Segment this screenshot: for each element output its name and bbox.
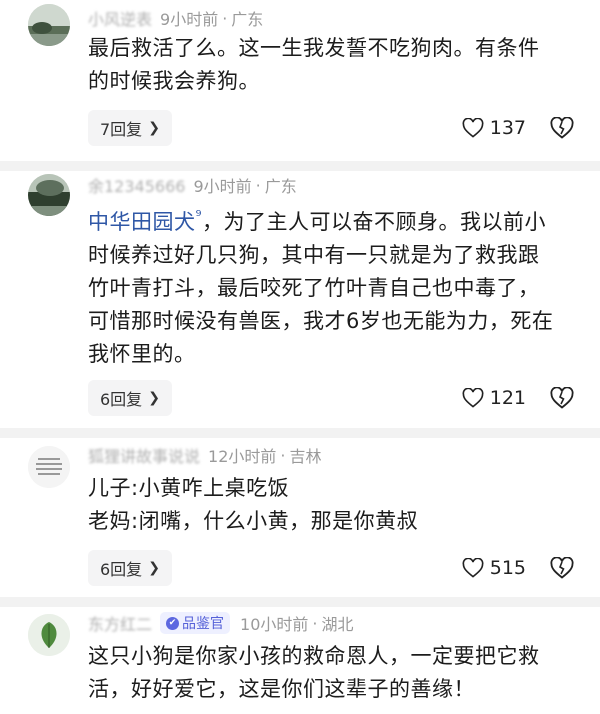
username[interactable]: 小风逆表 [88, 6, 152, 30]
comment-time: 9小时前 [160, 10, 219, 29]
heart-icon [462, 388, 484, 408]
comment-time: 12小时前 [208, 447, 277, 466]
broken-heart-icon [550, 117, 574, 139]
replies-button[interactable]: 6回复 ❯ [88, 550, 172, 586]
dislike-button[interactable] [550, 550, 574, 586]
badge-label: 品鉴官 [182, 616, 225, 632]
comment-location: 湖北 [321, 615, 354, 634]
username[interactable]: 狐狸讲故事说说 [88, 443, 200, 467]
dislike-button[interactable] [550, 110, 574, 146]
replies-label: 7回复 [100, 120, 143, 139]
replies-button[interactable]: 7回复 ❯ [88, 110, 172, 146]
chevron-right-icon: ❯ [148, 120, 160, 136]
broken-heart-icon [550, 557, 574, 579]
like-button[interactable]: 121 [462, 380, 526, 416]
like-count: 137 [489, 117, 526, 139]
username[interactable]: 余12345666 [88, 173, 185, 197]
separator-dot: · [222, 8, 228, 28]
chevron-right-icon: ❯ [148, 560, 160, 576]
mention-link[interactable]: 中华田园犬 [88, 210, 196, 234]
comment-meta: 东方红二 ✔ 品鉴官 10小时前 · 湖北 [88, 610, 354, 636]
divider [0, 597, 600, 607]
like-button[interactable]: 137 [462, 110, 526, 146]
comment-location: 吉林 [289, 447, 322, 466]
comment-text: 中华田园犬⁹，为了主人可以奋不顾身。我以前小时候养过好几只狗，其中有一只就是为了… [88, 200, 560, 371]
like-count: 121 [489, 387, 526, 409]
avatar[interactable] [28, 4, 70, 46]
verified-shield-icon: ✔ [166, 616, 180, 630]
separator-dot: · [255, 175, 261, 195]
comment-location: 广东 [264, 177, 297, 196]
replies-button[interactable]: 6回复 ❯ [88, 380, 172, 416]
like-button[interactable]: 515 [462, 550, 526, 586]
comment-meta: 余12345666 9小时前 · 广东 [88, 172, 297, 198]
avatar[interactable] [28, 614, 70, 656]
like-count: 515 [489, 557, 526, 579]
comment-text: 最后救活了么。这一生我发誓不吃狗肉。有条件的时候我会养狗。 [88, 36, 540, 93]
comment-time: 9小时前 [193, 177, 252, 196]
comment-text: 儿子:小黄咋上桌吃饭 老妈:闭嘴，什么小黄，那是你黄叔 [88, 472, 560, 538]
heart-icon [462, 118, 484, 138]
replies-label: 6回复 [100, 560, 143, 579]
separator-dot: · [312, 613, 318, 633]
separator-dot: · [280, 445, 286, 465]
avatar[interactable] [28, 446, 70, 488]
comment-text: 这只小狗是你家小孩的救命恩人，一定要把它救活，好好爱它，这是你们这辈子的善缘！ [88, 644, 540, 701]
heart-icon [462, 558, 484, 578]
divider [0, 428, 600, 438]
replies-label: 6回复 [100, 390, 143, 409]
avatar[interactable] [28, 174, 70, 216]
username[interactable]: 东方红二 [88, 611, 152, 635]
chevron-right-icon: ❯ [148, 390, 160, 406]
comment-location: 广东 [231, 10, 264, 29]
divider [0, 161, 600, 171]
comment-meta: 小风逆表 9小时前 · 广东 [88, 5, 263, 31]
comment-meta: 狐狸讲故事说说 12小时前 · 吉林 [88, 442, 322, 468]
comment-line: 老妈:闭嘴，什么小黄，那是你黄叔 [88, 509, 419, 533]
comment-time: 10小时前 [240, 615, 309, 634]
dislike-button[interactable] [550, 380, 574, 416]
comment-line: 儿子:小黄咋上桌吃饭 [88, 476, 290, 500]
broken-heart-icon [550, 387, 574, 409]
reviewer-badge: ✔ 品鉴官 [160, 612, 231, 634]
